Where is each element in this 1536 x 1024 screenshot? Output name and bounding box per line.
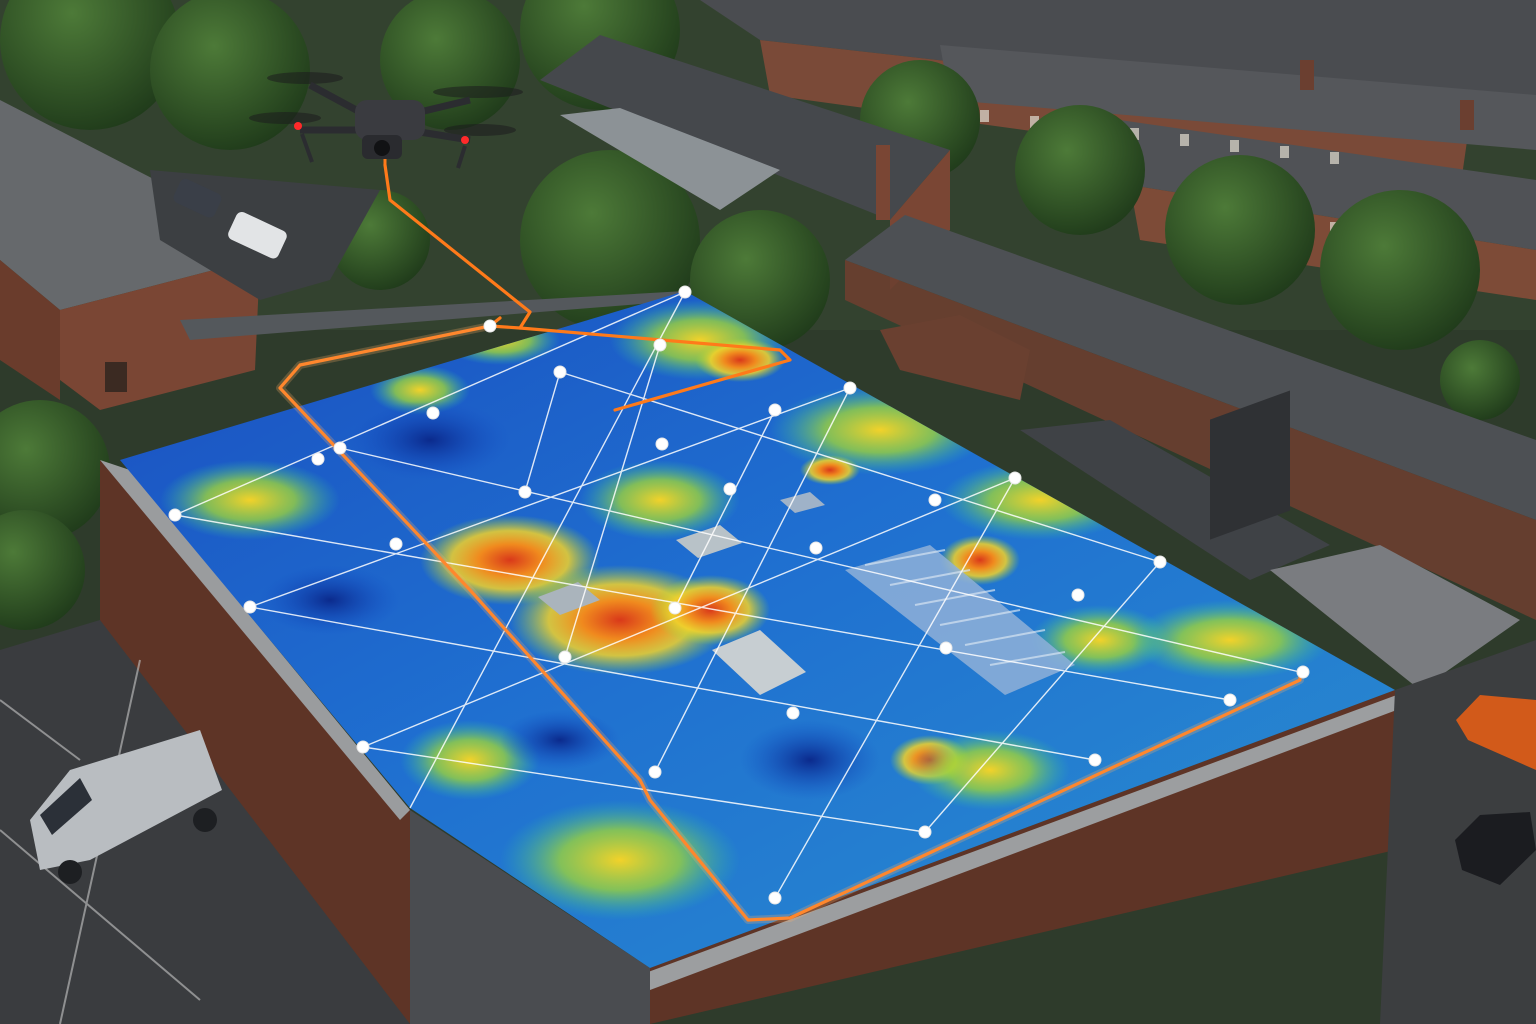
waypoint-icon bbox=[389, 537, 403, 551]
waypoint-icon bbox=[1153, 555, 1167, 569]
tree-icon bbox=[1440, 340, 1520, 420]
waypoint-icon bbox=[243, 600, 257, 614]
waypoint-icon bbox=[553, 365, 567, 379]
waypoint-icon bbox=[558, 650, 572, 664]
waypoint-icon bbox=[1071, 588, 1085, 602]
tree-icon bbox=[1015, 105, 1145, 235]
waypoint-icon bbox=[653, 338, 667, 352]
waypoint-icon bbox=[918, 825, 932, 839]
waypoint-icon bbox=[483, 319, 497, 333]
aerial-scene bbox=[0, 0, 1536, 1024]
tree-icon bbox=[1165, 155, 1315, 305]
waypoint-icon bbox=[843, 381, 857, 395]
waypoint-icon bbox=[356, 740, 370, 754]
waypoint-icon bbox=[928, 493, 942, 507]
waypoint-icon bbox=[786, 706, 800, 720]
waypoint-icon bbox=[518, 485, 532, 499]
waypoint-icon bbox=[678, 285, 692, 299]
waypoint-icon bbox=[939, 641, 953, 655]
waypoint-icon bbox=[1088, 753, 1102, 767]
waypoint-icon bbox=[1008, 471, 1022, 485]
waypoint-icon bbox=[768, 891, 782, 905]
waypoint-icon bbox=[809, 541, 823, 555]
waypoint-icon bbox=[168, 508, 182, 522]
waypoint-icon bbox=[768, 403, 782, 417]
waypoint-icon bbox=[333, 441, 347, 455]
waypoint-icon bbox=[311, 452, 325, 466]
waypoint-icon bbox=[655, 437, 669, 451]
waypoint-icon bbox=[426, 406, 440, 420]
waypoint-icon bbox=[668, 601, 682, 615]
tree-icon bbox=[1320, 190, 1480, 350]
waypoint-icon bbox=[1223, 693, 1237, 707]
waypoint-icon bbox=[1296, 665, 1310, 679]
waypoint-icon bbox=[648, 765, 662, 779]
waypoint-icon bbox=[723, 482, 737, 496]
